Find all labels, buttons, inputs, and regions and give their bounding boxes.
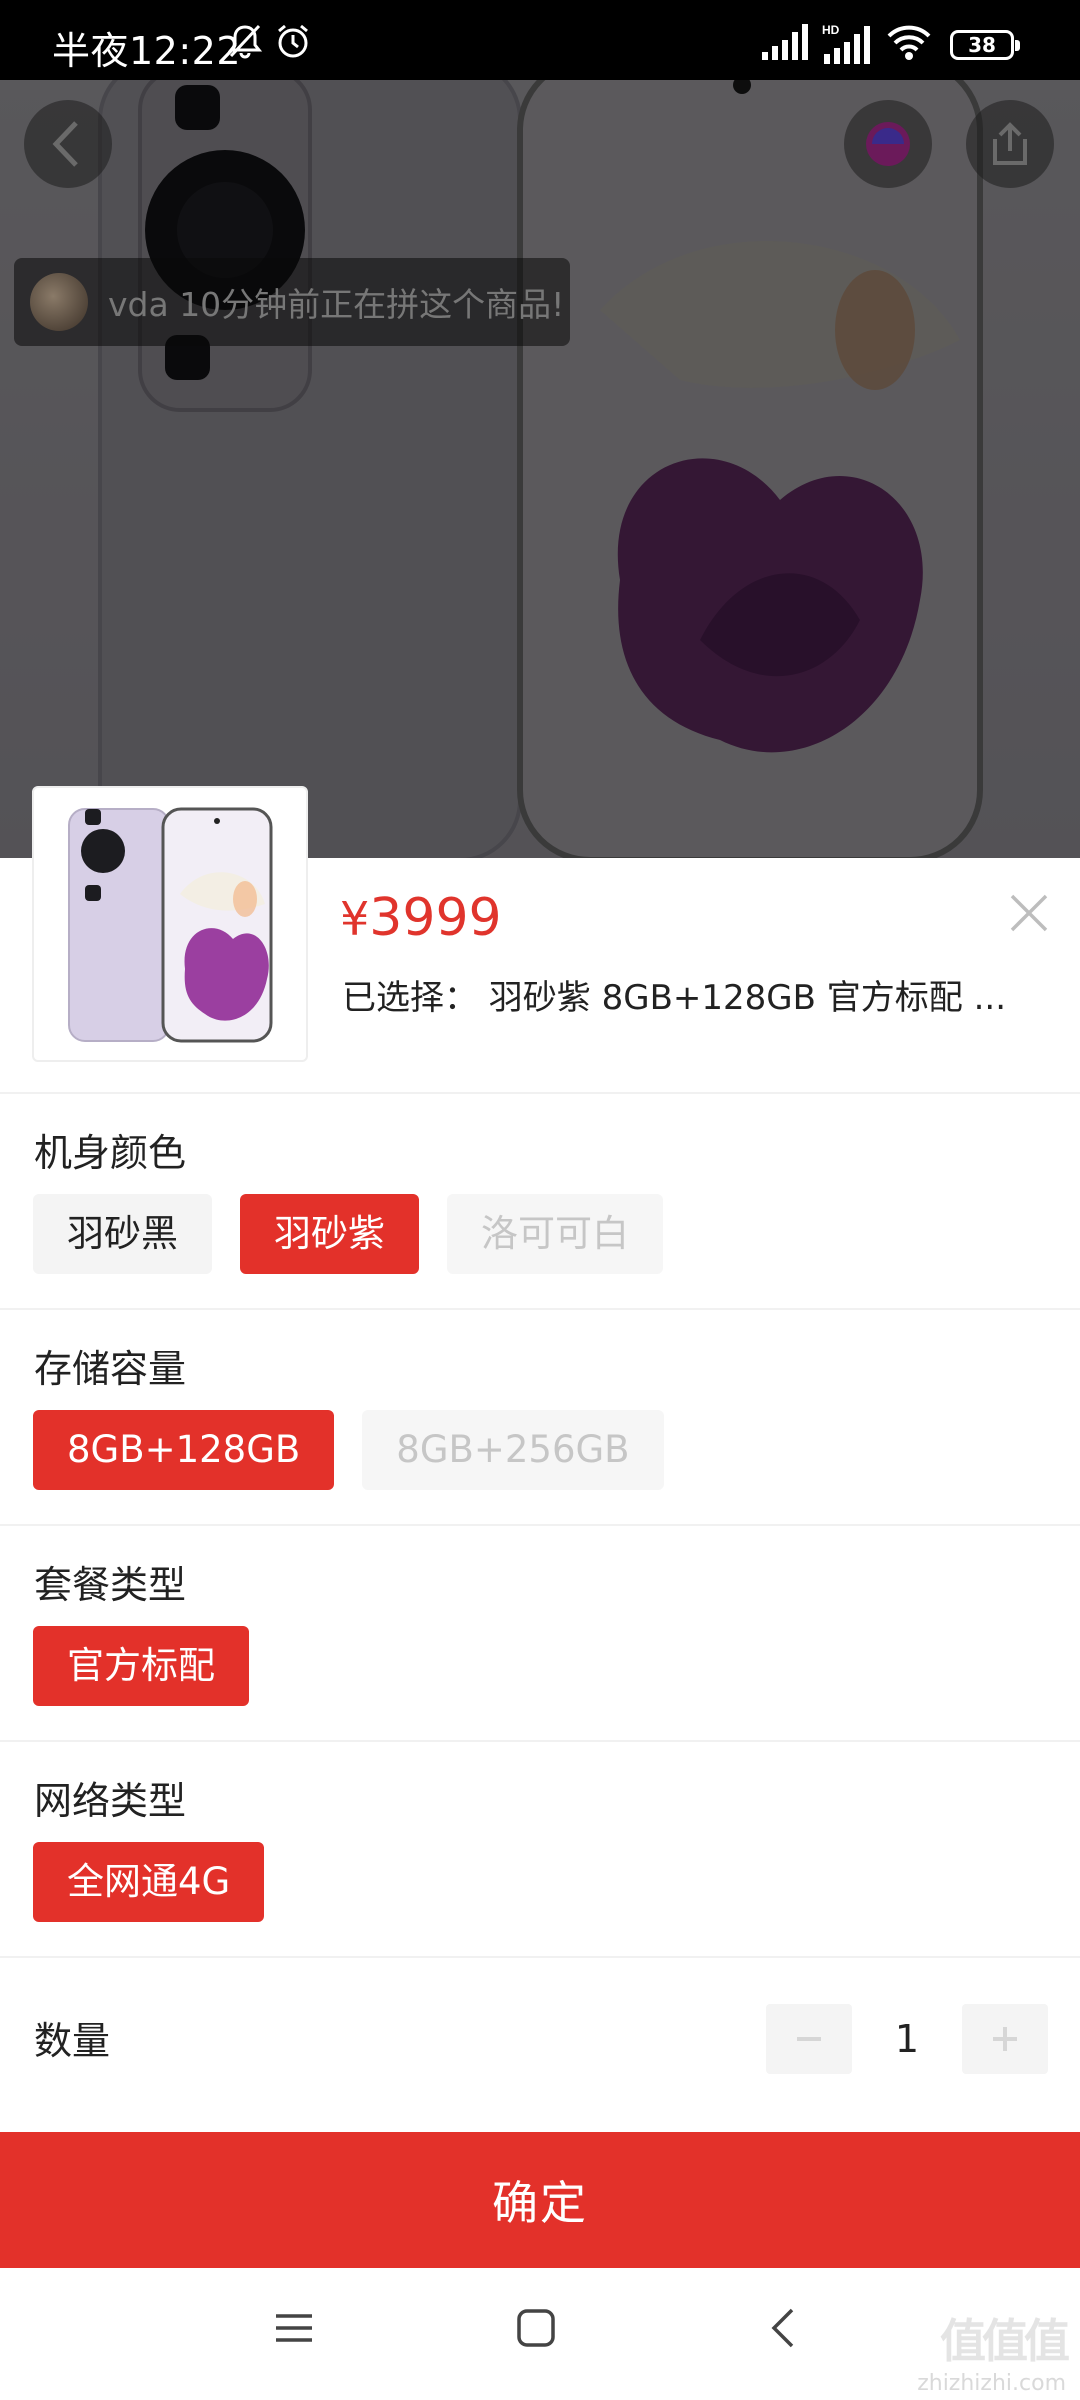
- price: ¥3999: [340, 888, 502, 948]
- option-storage-256[interactable]: 8GB+256GB: [362, 1410, 664, 1490]
- option-storage-128[interactable]: 8GB+128GB: [33, 1410, 335, 1490]
- back-nav-icon[interactable]: [762, 2306, 806, 2350]
- quantity-value[interactable]: 1: [852, 2017, 962, 2061]
- option-color-black[interactable]: 羽砂黑: [33, 1194, 212, 1274]
- option-package-standard[interactable]: 官方标配: [33, 1626, 249, 1706]
- confirm-button[interactable]: 确定: [0, 2132, 1080, 2268]
- divider: [0, 1308, 1080, 1310]
- alarm-icon: [278, 24, 308, 58]
- product-thumbnail: [32, 786, 308, 1062]
- color-options: 羽砂黑 羽砂紫 洛可可白: [33, 1194, 663, 1274]
- storage-options: 8GB+128GB 8GB+256GB: [33, 1410, 664, 1490]
- share-icon: [993, 122, 1027, 165]
- app-logo-icon: [866, 122, 910, 166]
- sku-sheet: ¥3999 已选择： 羽砂紫 8GB+128GB 官方标配 ... 机身颜色 羽…: [0, 786, 1080, 2148]
- watermark-site: zhizhizhi.com: [917, 2371, 1066, 2396]
- system-nav-bar: 值值值 zhizhizhi.com: [0, 2268, 1080, 2400]
- option-network-4g[interactable]: 全网通4G: [33, 1842, 265, 1922]
- share-button[interactable]: [966, 100, 1054, 188]
- avatar: [30, 273, 88, 331]
- option-color-purple[interactable]: 羽砂紫: [240, 1194, 419, 1274]
- package-options: 官方标配: [33, 1626, 249, 1706]
- menu-icon[interactable]: [272, 2306, 316, 2350]
- watermark: 值值值 zhizhizhi.com: [917, 2305, 1070, 2396]
- hd-signal-icon: HD: [822, 23, 870, 64]
- signal-icon: [762, 24, 808, 60]
- group-buy-toast: vda 10分钟前正在拼这个商品!: [14, 258, 570, 346]
- chevron-left-icon: [52, 121, 78, 167]
- battery-icon: 38: [950, 30, 1020, 60]
- decrease-button[interactable]: [766, 2004, 852, 2074]
- phone-thumbnail-art: [68, 807, 273, 1043]
- close-icon[interactable]: [1004, 888, 1054, 938]
- quantity-label: 数量: [34, 2019, 111, 2063]
- divider: [0, 1524, 1080, 1526]
- group-title-package: 套餐类型: [34, 1563, 187, 1607]
- watermark-logo: 值值值: [940, 2314, 1070, 2368]
- plus-icon: [993, 2027, 1017, 2051]
- wifi-icon: [887, 25, 931, 60]
- svg-text:HD: HD: [822, 23, 840, 37]
- back-button[interactable]: [24, 100, 112, 188]
- option-color-white[interactable]: 洛可可白: [447, 1194, 663, 1274]
- increase-button[interactable]: [962, 2004, 1048, 2074]
- selected-summary: 已选择： 羽砂紫 8GB+128GB 官方标配 ...: [342, 978, 1007, 1018]
- divider: [0, 1740, 1080, 1742]
- status-bar: 半夜12:22 HD 38: [0, 0, 1080, 80]
- share-to-app-button[interactable]: [844, 100, 932, 188]
- quantity-stepper: 1: [766, 2004, 1048, 2074]
- toast-text: vda 10分钟前正在拼这个商品!: [108, 285, 565, 324]
- network-options: 全网通4G: [33, 1842, 265, 1922]
- home-icon[interactable]: [514, 2306, 558, 2350]
- group-title-storage: 存储容量: [34, 1347, 187, 1391]
- divider: [0, 1092, 1080, 1094]
- minus-icon: [797, 2037, 821, 2041]
- status-time: 半夜12:22: [52, 29, 242, 73]
- group-title-network: 网络类型: [34, 1779, 187, 1823]
- mute-bell-icon: [227, 24, 263, 59]
- group-title-color: 机身颜色: [34, 1131, 187, 1175]
- divider: [0, 1956, 1080, 1958]
